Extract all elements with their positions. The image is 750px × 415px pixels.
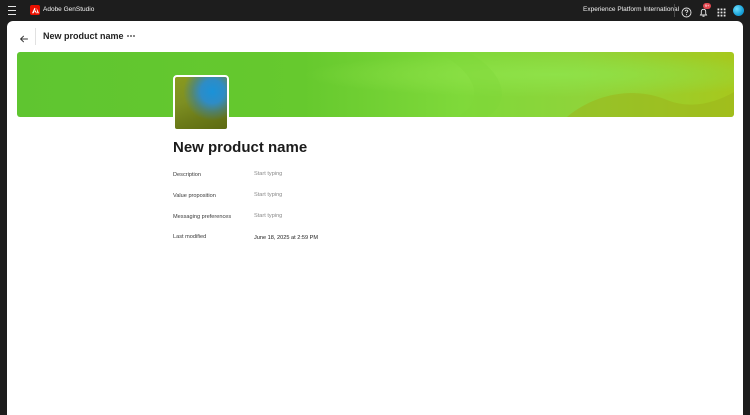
- avatar[interactable]: [733, 5, 744, 16]
- help-icon[interactable]: [681, 5, 692, 18]
- last-modified-value: June 18, 2025 at 2:59 PM: [254, 235, 319, 241]
- apps-grid-icon[interactable]: [716, 5, 727, 17]
- main-panel: New product name New product name Descri…: [7, 21, 743, 415]
- app-name[interactable]: Adobe GenStudio: [43, 5, 94, 15]
- menu-icon[interactable]: [8, 6, 16, 15]
- messaging-preferences-input[interactable]: Start typing: [254, 212, 282, 220]
- field-label-description: Description: [173, 172, 201, 178]
- field-label-value-proposition: Value proposition: [173, 193, 216, 199]
- notification-badge: 9+: [703, 3, 711, 9]
- back-arrow-icon[interactable]: [19, 31, 29, 43]
- page-title: New product name: [43, 31, 124, 41]
- global-header: Adobe GenStudio Experience Platform Inte…: [0, 0, 750, 21]
- field-label-messaging-preferences: Messaging preferences: [173, 214, 232, 220]
- field-label-last-modified: Last modified: [173, 234, 207, 240]
- product-thumbnail[interactable]: [173, 75, 229, 131]
- more-options-icon[interactable]: [126, 31, 136, 41]
- product-banner: [17, 52, 734, 117]
- adobe-logo-icon[interactable]: [30, 5, 40, 15]
- header-divider: [35, 28, 36, 45]
- product-name-heading[interactable]: New product name: [173, 139, 307, 157]
- header-divider: [674, 4, 675, 17]
- org-switcher[interactable]: Experience Platform International: [583, 5, 679, 15]
- value-proposition-input[interactable]: Start typing: [254, 191, 282, 199]
- description-input[interactable]: Start typing: [254, 170, 282, 178]
